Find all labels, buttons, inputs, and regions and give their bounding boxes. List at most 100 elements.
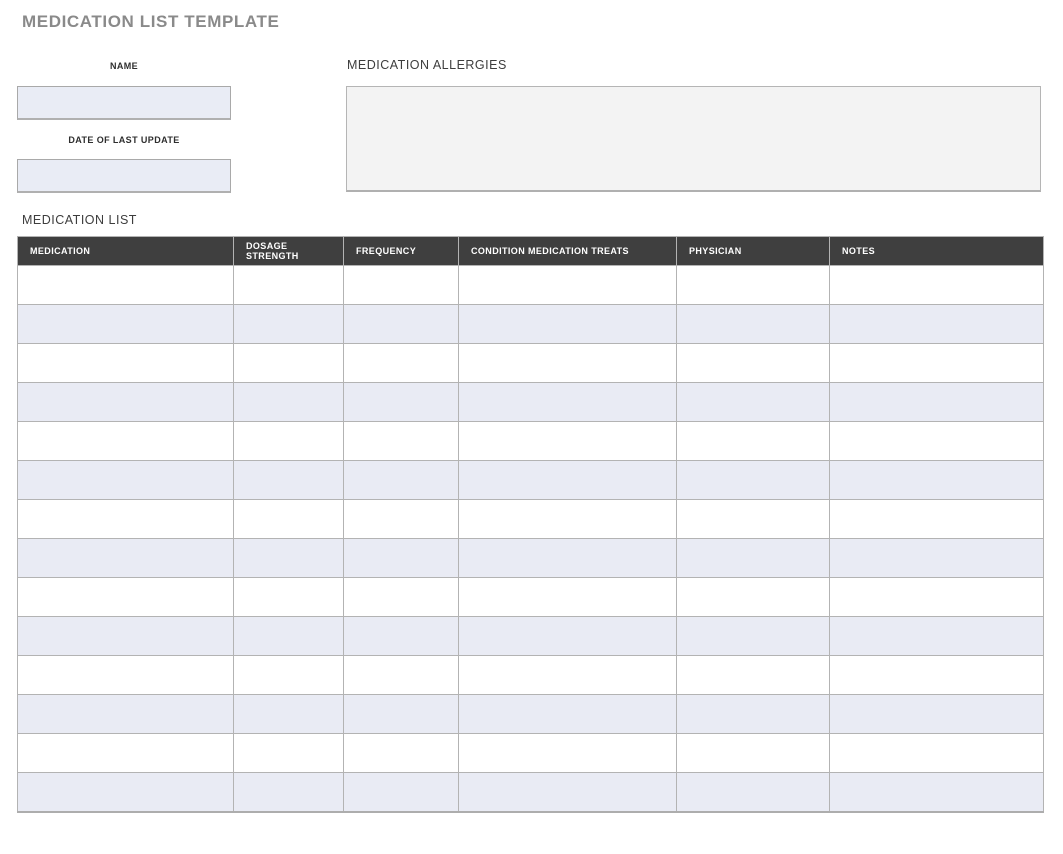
table-cell[interactable] (830, 656, 1044, 695)
table-cell[interactable] (344, 695, 459, 734)
medication-allergies-label: MEDICATION ALLERGIES (347, 58, 507, 72)
table-cell[interactable] (830, 617, 1044, 656)
table-cell[interactable] (234, 305, 344, 344)
table-cell[interactable] (344, 422, 459, 461)
table-cell[interactable] (234, 500, 344, 539)
table-cell[interactable] (830, 344, 1044, 383)
table-cell[interactable] (18, 734, 234, 773)
table-cell[interactable] (459, 422, 677, 461)
table-cell[interactable] (234, 773, 344, 812)
table-cell[interactable] (18, 773, 234, 812)
table-cell[interactable] (18, 461, 234, 500)
table-cell[interactable] (677, 305, 830, 344)
table-cell[interactable] (459, 578, 677, 617)
table-cell[interactable] (18, 344, 234, 383)
table-row (18, 578, 1044, 617)
table-cell[interactable] (677, 578, 830, 617)
table-cell[interactable] (234, 461, 344, 500)
table-cell[interactable] (677, 461, 830, 500)
table-cell[interactable] (830, 266, 1044, 305)
table-cell[interactable] (344, 305, 459, 344)
table-cell[interactable] (459, 695, 677, 734)
table-cell[interactable] (459, 461, 677, 500)
name-input[interactable] (17, 86, 231, 120)
table-cell[interactable] (18, 578, 234, 617)
table-cell[interactable] (344, 266, 459, 305)
table-cell[interactable] (830, 461, 1044, 500)
table-row (18, 383, 1044, 422)
column-header-notes: NOTES (830, 237, 1044, 266)
table-cell[interactable] (234, 539, 344, 578)
table-row (18, 734, 1044, 773)
table-cell[interactable] (677, 383, 830, 422)
table-cell[interactable] (344, 656, 459, 695)
table-row (18, 344, 1044, 383)
table-cell[interactable] (18, 539, 234, 578)
table-cell[interactable] (234, 344, 344, 383)
table-cell[interactable] (459, 539, 677, 578)
table-cell[interactable] (459, 617, 677, 656)
page-title: MEDICATION LIST TEMPLATE (22, 12, 279, 32)
table-cell[interactable] (830, 773, 1044, 812)
table-cell[interactable] (344, 617, 459, 656)
table-cell[interactable] (677, 656, 830, 695)
table-cell[interactable] (830, 422, 1044, 461)
table-cell[interactable] (234, 266, 344, 305)
table-cell[interactable] (234, 695, 344, 734)
table-cell[interactable] (459, 266, 677, 305)
table-cell[interactable] (18, 266, 234, 305)
table-cell[interactable] (677, 344, 830, 383)
table-cell[interactable] (459, 734, 677, 773)
table-cell[interactable] (344, 578, 459, 617)
table-cell[interactable] (344, 773, 459, 812)
table-cell[interactable] (18, 422, 234, 461)
table-cell[interactable] (234, 383, 344, 422)
table-cell[interactable] (677, 422, 830, 461)
table-cell[interactable] (459, 383, 677, 422)
table-cell[interactable] (18, 695, 234, 734)
table-cell[interactable] (18, 383, 234, 422)
table-cell[interactable] (830, 383, 1044, 422)
table-cell[interactable] (830, 578, 1044, 617)
table-cell[interactable] (234, 578, 344, 617)
table-row (18, 695, 1044, 734)
table-cell[interactable] (459, 656, 677, 695)
name-label: NAME (17, 61, 231, 71)
column-header-condition-medication-treats: CONDITION MEDICATION TREATS (459, 237, 677, 266)
table-cell[interactable] (18, 305, 234, 344)
medication-allergies-textarea[interactable] (346, 86, 1041, 192)
table-cell[interactable] (830, 539, 1044, 578)
table-cell[interactable] (830, 695, 1044, 734)
table-cell[interactable] (459, 344, 677, 383)
table-cell[interactable] (830, 500, 1044, 539)
table-cell[interactable] (234, 734, 344, 773)
table-cell[interactable] (344, 734, 459, 773)
table-cell[interactable] (677, 734, 830, 773)
table-cell[interactable] (677, 500, 830, 539)
table-cell[interactable] (830, 734, 1044, 773)
table-cell[interactable] (459, 773, 677, 812)
table-cell[interactable] (677, 695, 830, 734)
table-cell[interactable] (344, 500, 459, 539)
table-row (18, 773, 1044, 812)
table-cell[interactable] (234, 422, 344, 461)
column-header-frequency: FREQUENCY (344, 237, 459, 266)
table-cell[interactable] (18, 500, 234, 539)
table-cell[interactable] (459, 305, 677, 344)
table-cell[interactable] (830, 305, 1044, 344)
table-cell[interactable] (677, 266, 830, 305)
date-of-last-update-input[interactable] (17, 159, 231, 193)
date-of-last-update-label: DATE OF LAST UPDATE (17, 135, 231, 145)
table-cell[interactable] (234, 617, 344, 656)
table-cell[interactable] (459, 500, 677, 539)
table-cell[interactable] (18, 617, 234, 656)
table-cell[interactable] (344, 461, 459, 500)
table-cell[interactable] (677, 539, 830, 578)
table-cell[interactable] (677, 617, 830, 656)
table-cell[interactable] (344, 383, 459, 422)
table-cell[interactable] (234, 656, 344, 695)
table-cell[interactable] (344, 539, 459, 578)
table-cell[interactable] (344, 344, 459, 383)
table-cell[interactable] (18, 656, 234, 695)
table-cell[interactable] (677, 773, 830, 812)
